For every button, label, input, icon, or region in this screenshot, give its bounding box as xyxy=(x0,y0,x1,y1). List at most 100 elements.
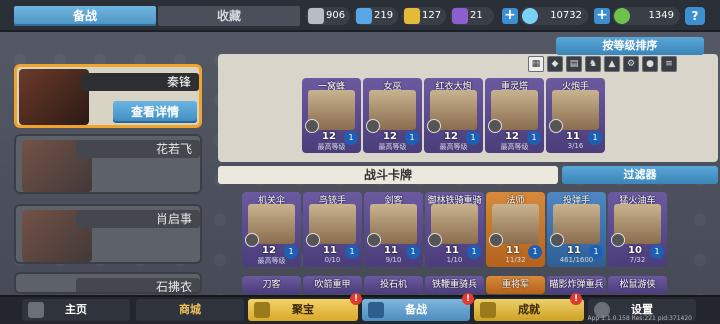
card-title: 重将军 xyxy=(501,280,529,290)
version-text: App 1.1.0.158 Res:221 pid:371420 xyxy=(587,315,692,322)
rank-badge-icon xyxy=(245,233,259,247)
add-coins-button[interactable]: + xyxy=(594,8,610,24)
rank-badge-icon xyxy=(428,233,442,247)
notification-badge: ! xyxy=(350,293,362,305)
card-progress: 最高等级 xyxy=(257,257,286,265)
battle-cards-header: 战斗卡牌 xyxy=(218,166,558,184)
unit-card[interactable]: 瞄影炸弹重兵 xyxy=(547,276,606,294)
card-title: 刀客 xyxy=(262,280,281,290)
nav-shop[interactable]: 商城 xyxy=(136,299,244,321)
blue-shield-counter: 219 xyxy=(354,7,398,25)
card-level: 12 xyxy=(444,131,458,142)
unit-card[interactable]: 铁鞭重骑兵 xyxy=(425,276,484,294)
notification-badge: ! xyxy=(570,293,582,305)
unit-card[interactable]: 御林铁骑重骑兵1111/10 xyxy=(425,192,484,267)
hero-name-bar: 花若飞 xyxy=(76,140,200,158)
card-level: 12 xyxy=(505,131,519,142)
card-progress: 0/10 xyxy=(324,256,341,264)
gold-shield-counter: 127 xyxy=(402,7,446,25)
sort-by-level-button[interactable]: 按等级排序 xyxy=(556,37,704,55)
filter-type-icon[interactable]: ◆ xyxy=(547,56,563,72)
filter-cannon-icon[interactable]: ● xyxy=(642,56,658,72)
card-level: 12 xyxy=(383,131,397,142)
purple-shield-counter: 21 xyxy=(450,7,494,25)
unit-card[interactable]: 女巫 12 1 最高等级 xyxy=(363,78,422,153)
unit-card[interactable]: 红衣大炮 12 1 最高等级 xyxy=(424,78,483,153)
card-progress: 最高等级 xyxy=(317,143,346,151)
nav-home[interactable]: 主页 xyxy=(22,299,130,321)
card-progress: 最高等级 xyxy=(500,143,529,151)
unit-card[interactable]: 刀客 xyxy=(242,276,301,294)
nav-achievement[interactable]: 成就 ! xyxy=(474,293,584,321)
rank-badge-icon xyxy=(367,233,381,247)
card-progress: 最高等级 xyxy=(378,143,407,151)
hero-name: 秦锋 xyxy=(166,75,191,89)
silver-shield-icon xyxy=(308,8,324,24)
unit-card[interactable]: 投石机 xyxy=(364,276,423,294)
unit-card[interactable]: 重将军 xyxy=(486,276,545,294)
home-icon xyxy=(28,302,44,318)
unit-card[interactable]: 投弹手 11 1 461/1600 xyxy=(547,192,606,267)
hero-card[interactable]: 花若飞 xyxy=(14,134,202,194)
rank-badge-icon xyxy=(427,119,441,133)
card-level: 10 xyxy=(628,245,642,256)
blue-shield-icon xyxy=(356,8,372,24)
gem-icon xyxy=(522,8,538,24)
rank-badge-icon xyxy=(306,233,320,247)
tab-collection[interactable]: 收藏 xyxy=(158,6,300,26)
card-progress: 3/16 xyxy=(567,142,584,150)
filter-grid-icon[interactable]: ▤ xyxy=(566,56,582,72)
rank-badge-icon xyxy=(489,233,503,247)
rank-badge-icon xyxy=(305,119,319,133)
add-gems-button[interactable]: + xyxy=(502,8,518,24)
card-progress: 11/32 xyxy=(505,256,526,264)
card-level: 11 xyxy=(323,245,337,256)
card-level: 12 xyxy=(322,131,336,142)
unit-card[interactable]: 猛火油车 10 1 7/32 xyxy=(608,192,667,267)
nav-battle[interactable]: 备战 ! xyxy=(362,293,474,321)
filter-button[interactable]: 过滤器 xyxy=(562,166,718,184)
hero-card[interactable]: 肖启事 xyxy=(14,204,202,264)
filter-icons-row: ▦ ◆ ▤ ♞ ▲ ⚙ ● ≡ xyxy=(528,56,677,72)
card-progress: 7/32 xyxy=(629,256,646,264)
gems-counter: 10732 xyxy=(520,7,588,25)
tab-prepare[interactable]: 备战 xyxy=(14,6,156,26)
card-level: 11 xyxy=(567,245,581,256)
card-level: 11 xyxy=(506,245,520,256)
hero-card-selected[interactable]: 秦锋 查看详情 xyxy=(14,64,202,128)
unit-card[interactable]: 一窝蜂 12 1 最高等级 xyxy=(302,78,361,153)
unit-card[interactable]: 火炮手 11 1 3/16 xyxy=(546,78,605,153)
unit-card[interactable]: 松鼠游侠 xyxy=(608,276,667,294)
card-level: 11 xyxy=(384,245,398,256)
filter-gear-icon[interactable]: ⚙ xyxy=(623,56,639,72)
gold-shield-icon xyxy=(404,8,420,24)
bottom-nav: 主页 商城 聚宝 ! 备战 ! 成就 ! 设置 App 1.1.0.158 Re… xyxy=(0,293,720,324)
unit-card[interactable]: 重灵塔 12 1 最高等级 xyxy=(485,78,544,153)
collection-cards-row: 一窝蜂 12 1 最高等级 女巫 12 1 最高等级 红衣大炮 12 1 最高等级 重灵塔 12 1 最高等级… xyxy=(302,78,605,153)
hero-name-bar: 秦锋 xyxy=(81,73,199,91)
hero-card[interactable]: 石拂衣 xyxy=(14,272,202,294)
hero-name-bar: 肖启事 xyxy=(76,210,200,228)
hero-name: 花若飞 xyxy=(155,142,192,156)
coin-icon xyxy=(614,8,630,24)
unit-card[interactable]: 机关伞 12 1 最高等级 xyxy=(242,192,301,267)
card-title: 投石机 xyxy=(379,280,407,290)
view-details-button[interactable]: 查看详情 xyxy=(113,101,197,123)
filter-all-icon[interactable]: ▦ xyxy=(528,56,544,72)
unit-card[interactable]: 吹箭重甲 xyxy=(303,276,362,294)
coins-counter: 1349 xyxy=(612,7,680,25)
unit-card[interactable]: 剑客 11 1 9/10 xyxy=(364,192,423,267)
card-title: 铁鞭重骑兵 xyxy=(431,280,477,290)
hero-portrait xyxy=(19,69,89,125)
card-progress: 最高等级 xyxy=(439,143,468,151)
filter-unit-icon[interactable]: ♞ xyxy=(585,56,601,72)
unit-card[interactable]: 鸟铳手 11 1 0/10 xyxy=(303,192,362,267)
hero-name-bar: 石拂衣 xyxy=(76,278,200,292)
top-bar: 备战 收藏 906 219 127 21 + 10732 + 1349 ? xyxy=(0,0,720,32)
nav-treasure[interactable]: 聚宝 ! xyxy=(248,293,362,321)
filter-list-icon[interactable]: ≡ xyxy=(661,56,677,72)
filter-tower-icon[interactable]: ▲ xyxy=(604,56,620,72)
card-progress: 1/10 xyxy=(446,256,463,264)
help-button[interactable]: ? xyxy=(685,7,705,25)
unit-card[interactable]: 法师 11 1 11/32 xyxy=(486,192,545,267)
